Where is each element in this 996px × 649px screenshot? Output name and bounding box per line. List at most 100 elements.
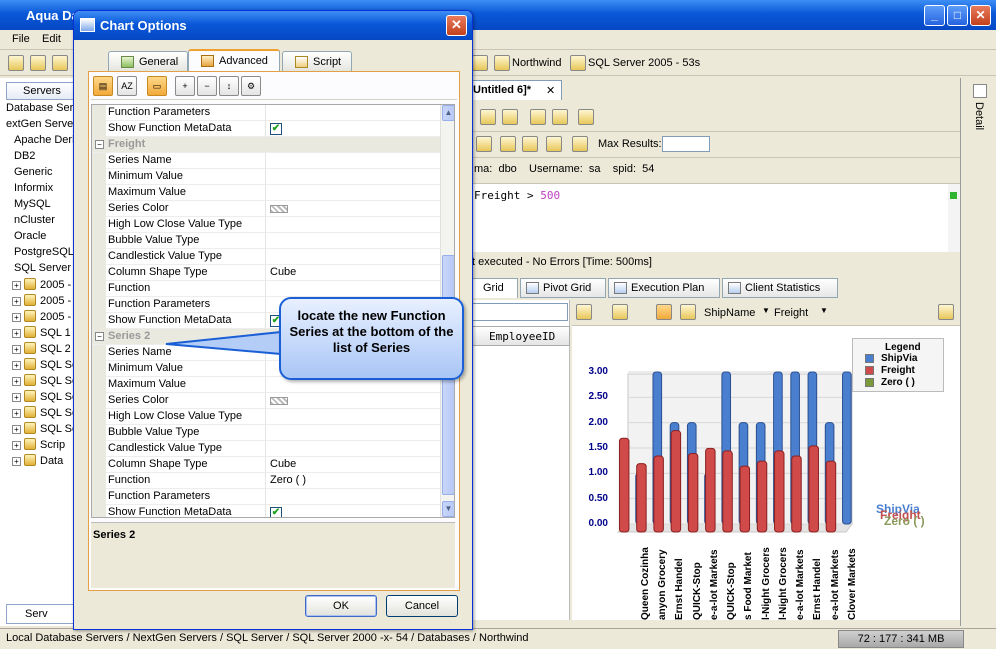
cancel-button[interactable]: Cancel <box>386 595 458 617</box>
expand-icon[interactable]: + <box>12 425 21 434</box>
tree-item[interactable]: +2005 - S <box>12 294 77 310</box>
property-row[interactable]: Column Shape Type Cube <box>92 457 440 473</box>
property-value[interactable] <box>268 281 440 297</box>
chevron-down-icon[interactable]: ▼ <box>820 306 828 315</box>
sort-icon[interactable] <box>578 109 594 125</box>
expand-icon[interactable]: + <box>12 281 21 290</box>
tree-item[interactable]: +SQL Serv <box>12 390 77 406</box>
tree-item[interactable]: Apache Derb <box>14 134 77 150</box>
property-row[interactable]: Show Function MetaData ✔ <box>92 121 440 137</box>
tree-item[interactable]: MySQL <box>14 198 51 214</box>
sql-editor[interactable]: Freight > 500 <box>470 184 948 252</box>
property-value[interactable] <box>268 169 440 185</box>
remove-series-icon[interactable]: − <box>197 76 217 96</box>
checkbox-checked-icon[interactable]: ✔ <box>270 123 282 135</box>
bar-freight[interactable] <box>756 460 768 533</box>
tree-item[interactable]: + SQL 2 <box>12 342 71 358</box>
property-value[interactable]: Cube <box>268 265 440 281</box>
chevron-down-icon[interactable]: ▼ <box>762 306 770 315</box>
property-row[interactable]: Function Parameters <box>92 105 440 121</box>
property-value[interactable]: Cube <box>268 457 440 473</box>
database-icon[interactable] <box>494 55 510 71</box>
property-value[interactable] <box>268 233 440 249</box>
tree-item[interactable]: +SQL Serv <box>12 422 77 438</box>
servers-tab[interactable]: Servers <box>6 82 77 100</box>
tree-item[interactable]: + SQL 1 <box>12 326 71 342</box>
ok-button[interactable]: OK <box>305 595 377 617</box>
property-value[interactable] <box>268 185 440 201</box>
scroll-up-icon[interactable]: ▲ <box>442 105 454 121</box>
bar-freight[interactable] <box>722 450 733 533</box>
property-value[interactable] <box>268 425 440 441</box>
max-results-input[interactable] <box>662 136 710 152</box>
bar-freight[interactable] <box>791 455 802 533</box>
minimize-button[interactable]: _ <box>924 5 945 26</box>
expand-icon[interactable]: + <box>12 313 21 322</box>
color-swatch-icon[interactable] <box>270 397 288 405</box>
tree-item[interactable]: +SQL Serv <box>12 358 77 374</box>
property-category[interactable]: − Freight <box>92 137 440 153</box>
bar-freight[interactable] <box>774 450 785 533</box>
tree-item[interactable]: Database Serv <box>6 102 77 118</box>
grid-results-icon[interactable] <box>500 136 516 152</box>
property-row[interactable]: High Low Close Value Type <box>92 217 440 233</box>
tab-script[interactable]: Script <box>282 51 352 72</box>
expand-icon[interactable]: + <box>12 361 21 370</box>
bar-freight[interactable] <box>825 460 837 533</box>
table-icon[interactable] <box>472 55 488 71</box>
chart-options-icon[interactable] <box>680 304 696 320</box>
bar-freight[interactable] <box>636 463 647 533</box>
property-row[interactable]: Function Zero ( ) <box>92 473 440 489</box>
expand-icon[interactable]: + <box>12 409 21 418</box>
chart-field-1[interactable]: ShipName <box>704 307 755 319</box>
format-icon[interactable] <box>552 109 568 125</box>
property-pages-icon[interactable]: ▭ <box>147 76 167 96</box>
expand-icon[interactable]: + <box>12 329 21 338</box>
property-value[interactable] <box>268 441 440 457</box>
tree-item[interactable]: +2005 - N <box>12 278 77 294</box>
property-value[interactable] <box>268 153 440 169</box>
bar-shipvia[interactable] <box>842 371 852 525</box>
bar-freight[interactable] <box>808 445 819 533</box>
undo-icon[interactable] <box>480 109 496 125</box>
server-icon[interactable] <box>570 55 586 71</box>
detail-tab[interactable]: Detail <box>973 102 985 130</box>
detail-icon[interactable] <box>973 84 987 98</box>
property-value[interactable]: ✔ <box>268 505 440 517</box>
maximize-button[interactable]: □ <box>947 5 968 26</box>
checkbox-checked-icon[interactable]: ✔ <box>270 507 282 517</box>
property-row[interactable]: Column Shape Type Cube <box>92 265 440 281</box>
menu-edit[interactable]: Edit <box>42 33 61 45</box>
expand-icon[interactable]: + <box>12 457 21 466</box>
property-value[interactable] <box>268 249 440 265</box>
chart-grid-icon[interactable] <box>656 304 672 320</box>
tab-untitled-6[interactable]: Untitled 6]* ✕ <box>470 80 562 100</box>
tab-general[interactable]: General <box>108 51 188 72</box>
tree-item[interactable]: DB2 <box>14 150 35 166</box>
property-value[interactable] <box>268 409 440 425</box>
color-swatch-icon[interactable] <box>270 205 288 213</box>
text-results-icon[interactable] <box>522 136 538 152</box>
property-value[interactable] <box>268 217 440 233</box>
expand-icon[interactable]: + <box>12 441 21 450</box>
tree-item[interactable]: PostgreSQL <box>14 246 74 262</box>
menu-file[interactable]: File <box>12 33 30 45</box>
tree-item[interactable]: + Scrip <box>12 438 65 454</box>
chart-3d-icon[interactable] <box>612 304 628 320</box>
tab-grid[interactable]: Grid <box>470 278 518 298</box>
execute-icon[interactable] <box>530 109 546 125</box>
export-icon[interactable] <box>572 136 588 152</box>
chart-type-icon[interactable] <box>576 304 592 320</box>
close-tab-icon[interactable]: ✕ <box>546 84 555 97</box>
expand-icon[interactable]: + <box>12 393 21 402</box>
series-settings-icon[interactable]: ⚙ <box>241 76 261 96</box>
bar-freight[interactable] <box>618 437 630 533</box>
expand-icon[interactable]: + <box>12 297 21 306</box>
new-server-icon[interactable] <box>8 55 24 71</box>
bar-freight[interactable] <box>687 452 699 533</box>
tree-item[interactable]: SQL Server <box>14 262 71 278</box>
categorized-icon[interactable]: ▤ <box>93 76 113 96</box>
tree-item[interactable]: extGen Server <box>6 118 77 134</box>
property-value[interactable] <box>268 105 440 121</box>
property-row[interactable]: Bubble Value Type <box>92 425 440 441</box>
